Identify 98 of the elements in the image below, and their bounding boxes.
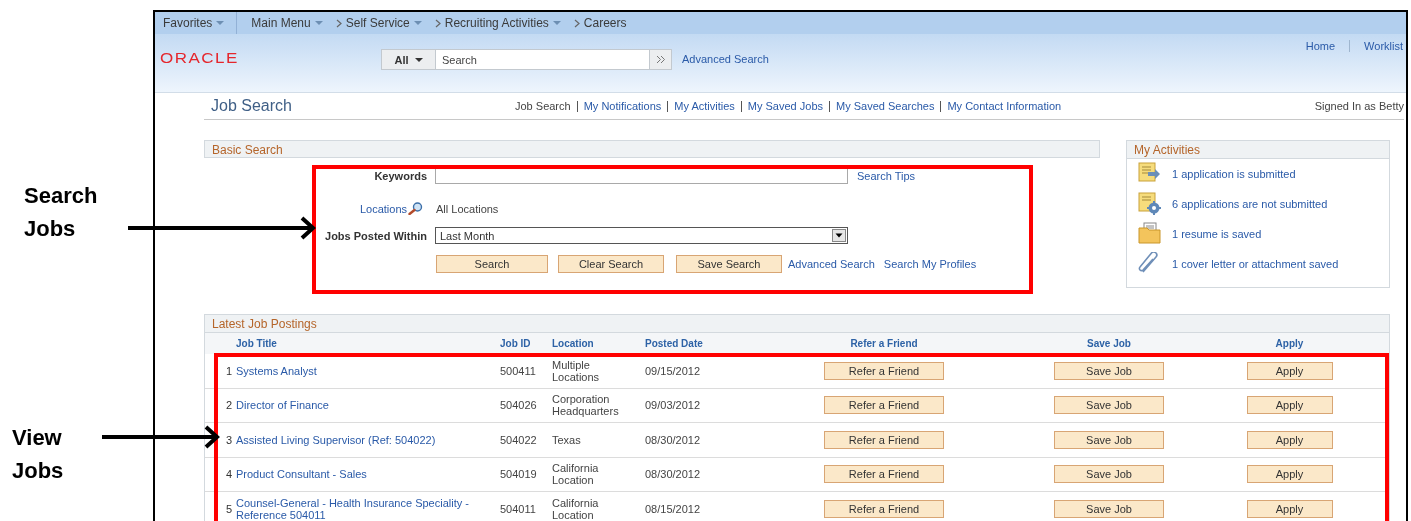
activity-link[interactable]: 1 application is submitted xyxy=(1172,168,1296,180)
page-nav-link[interactable]: My Saved Searches xyxy=(829,100,941,112)
save-job-button[interactable]: Save Job xyxy=(1054,396,1164,415)
header-link[interactable]: Worklist xyxy=(1349,40,1406,52)
table-cell-text: 09/03/2012 xyxy=(645,399,702,412)
table-cell-text: Multiple Locations xyxy=(552,358,601,383)
document-gear-icon xyxy=(1138,192,1162,216)
locations-value: All Locations xyxy=(435,202,500,215)
table-cell-text: 08/30/2012 xyxy=(645,468,702,481)
posted-within-dropdown[interactable]: Last Month xyxy=(435,227,848,244)
page-nav-link[interactable]: My Activities xyxy=(667,100,741,112)
caret-icon xyxy=(413,21,422,25)
folder-icon xyxy=(1138,222,1162,246)
nav-menu-item[interactable]: Recruiting Activities xyxy=(440,16,570,30)
apply-button[interactable]: Apply xyxy=(1246,465,1333,484)
row-number: 4 xyxy=(224,468,233,481)
job-title-link[interactable]: Counsel-General - Health Insurance Speciality - Reference 504011 xyxy=(236,496,500,521)
save-job-button[interactable]: Save Job xyxy=(1054,361,1164,380)
signed-in-text: Signed In as Betty xyxy=(1314,100,1404,112)
page-nav-link[interactable]: My Notifications xyxy=(576,100,668,112)
double-chevron-icon xyxy=(655,55,666,64)
page-nav-link[interactable]: My Contact Information xyxy=(940,100,1068,112)
caret-icon xyxy=(216,21,225,25)
table-cell-text: 504026 xyxy=(500,399,538,412)
annotation-label: View Jobs xyxy=(12,424,65,485)
save-job-button[interactable]: Save Job xyxy=(1054,430,1164,449)
column-header: Location xyxy=(552,338,595,349)
activity-link[interactable]: 1 cover letter or attachment saved xyxy=(1172,258,1339,270)
table-cell-text: Texas xyxy=(552,433,582,446)
chevron-icon xyxy=(573,18,580,28)
refer-friend-button[interactable]: Refer a Friend xyxy=(824,465,944,484)
activity-link[interactable]: 1 resume is saved xyxy=(1172,228,1262,240)
column-header: Job ID xyxy=(500,338,532,349)
section-header: My Activities xyxy=(1127,141,1389,159)
save-job-button[interactable]: Save Job xyxy=(1054,499,1164,518)
field-label: Jobs Posted Within xyxy=(324,229,428,242)
search-field[interactable]: Search xyxy=(436,49,650,70)
apply-button[interactable]: Apply xyxy=(1246,361,1333,380)
table-cell-text: 08/30/2012 xyxy=(645,433,702,446)
search-tips-link[interactable]: Search Tips xyxy=(857,170,916,182)
apply-button[interactable]: Apply xyxy=(1246,430,1333,449)
job-title-link[interactable]: Product Consultant - Sales xyxy=(236,468,500,481)
chevron-icon xyxy=(335,18,342,28)
caret-icon xyxy=(314,21,323,25)
table-cell-text: California Location xyxy=(552,462,600,487)
job-title-link[interactable]: Systems Analyst xyxy=(236,364,500,377)
logo: ORACLE xyxy=(159,50,240,68)
job-title-link[interactable]: Assisted Living Supervisor (Ref: 504022) xyxy=(236,433,500,446)
job-title-link[interactable]: Director of Finance xyxy=(236,399,500,412)
form-button[interactable]: Search xyxy=(436,255,548,273)
column-header: Refer a Friend xyxy=(849,338,919,349)
table-cell-text: 504011 xyxy=(500,502,537,515)
nav-menu-item[interactable]: Main Menu xyxy=(247,16,332,30)
row-number: 3 xyxy=(224,433,233,446)
apply-button[interactable]: Apply xyxy=(1246,499,1333,518)
section-header: Basic Search xyxy=(204,140,1100,158)
page-title: Job Search xyxy=(211,97,293,115)
search-option-link[interactable]: Advanced Search xyxy=(788,258,875,270)
save-job-button[interactable]: Save Job xyxy=(1054,465,1164,484)
advanced-search-link[interactable]: Advanced Search xyxy=(682,49,769,70)
table-cell-text: 08/15/2012 xyxy=(645,502,702,515)
caret-icon xyxy=(414,57,423,62)
caret-icon xyxy=(552,21,561,25)
field-label: Keywords xyxy=(373,170,428,182)
row-number: 5 xyxy=(224,502,233,515)
locations-link[interactable]: Locations xyxy=(204,202,431,215)
refer-friend-button[interactable]: Refer a Friend xyxy=(824,499,944,518)
column-header: Posted Date xyxy=(645,338,704,349)
column-header: Save Job xyxy=(1086,338,1132,349)
nav-menu-item[interactable]: Careers xyxy=(579,16,636,30)
page-nav-link[interactable]: My Saved Jobs xyxy=(740,100,829,112)
column-header: Apply xyxy=(1274,338,1305,349)
row-number: 1 xyxy=(224,364,233,377)
table-cell-text: Corporation Headquarters xyxy=(552,393,620,418)
magnifier-icon xyxy=(408,202,423,215)
activity-link[interactable]: 6 applications are not submitted xyxy=(1172,198,1328,210)
table-cell-text: 504019 xyxy=(500,468,538,481)
table-cell-text: 500411 xyxy=(500,364,537,377)
chevron-icon xyxy=(434,18,441,28)
header-link[interactable]: Home xyxy=(1291,40,1350,52)
row-number: 2 xyxy=(224,399,233,412)
section-header: Latest Job Postings xyxy=(205,315,1389,333)
search-go-button[interactable] xyxy=(650,49,672,70)
page-nav-link[interactable]: Job Search xyxy=(509,100,577,112)
search-option-link[interactable]: Search My Profiles xyxy=(883,258,977,270)
refer-friend-button[interactable]: Refer a Friend xyxy=(824,430,944,449)
refer-friend-button[interactable]: Refer a Friend xyxy=(824,361,944,380)
table-cell-text: 504022 xyxy=(500,433,538,446)
form-button[interactable]: Save Search xyxy=(676,255,782,273)
scope-dropdown[interactable]: All xyxy=(381,49,436,70)
annotation-label: Search Jobs xyxy=(24,182,99,243)
column-header: Job Title xyxy=(236,338,278,349)
table-cell-text: California Location xyxy=(552,496,600,521)
nav-menu-item[interactable]: Self Service xyxy=(341,16,431,30)
table-cell-text: 09/15/2012 xyxy=(645,364,702,377)
apply-button[interactable]: Apply xyxy=(1246,396,1333,415)
refer-friend-button[interactable]: Refer a Friend xyxy=(824,396,944,415)
form-button[interactable]: Clear Search xyxy=(558,255,664,273)
